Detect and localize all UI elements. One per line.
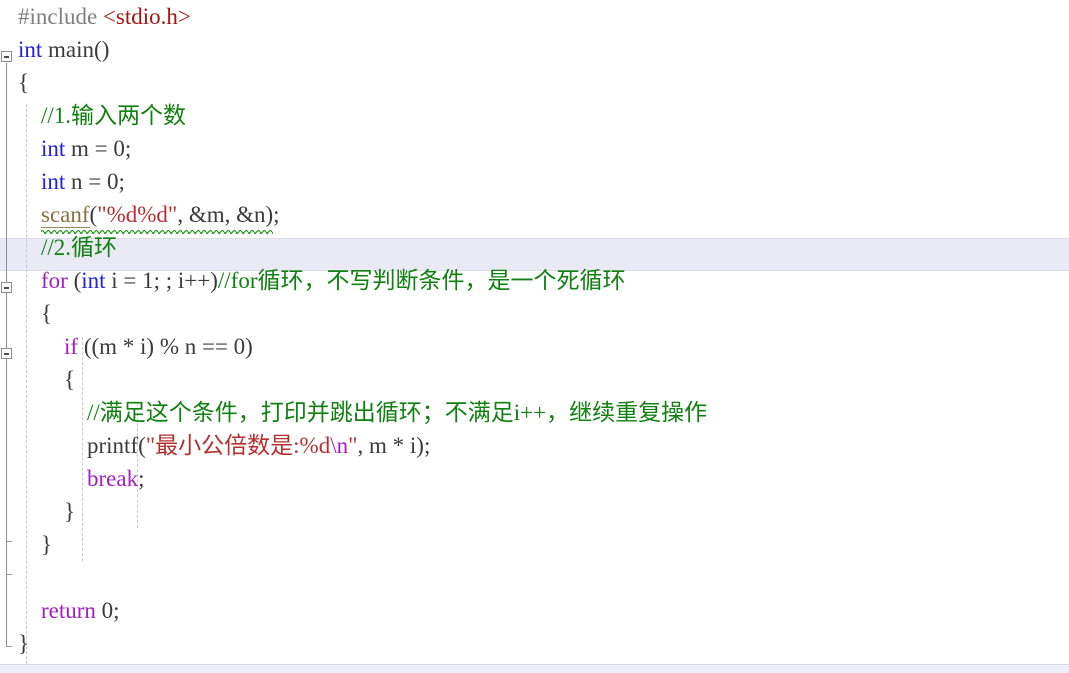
keyword-return: return bbox=[41, 598, 96, 623]
code-line-9[interactable]: for (int i = 1; ; i++)//for循环，不写判断条件，是一个… bbox=[0, 264, 1069, 297]
semicolon: ; bbox=[273, 202, 280, 227]
open-paren: ( bbox=[138, 433, 146, 458]
close-brace: } bbox=[64, 499, 76, 524]
comment-loop: //2.循环 bbox=[41, 235, 118, 260]
code-line-6[interactable]: int n = 0; bbox=[0, 165, 1069, 198]
if-condition: ((m * i) % n == 0) bbox=[78, 334, 253, 359]
code-editor[interactable]: #include <stdio.h> int main() { //1.输入两个… bbox=[0, 0, 1069, 673]
open-brace: { bbox=[41, 301, 53, 326]
code-line-3[interactable]: { bbox=[0, 66, 1069, 99]
for-open: ( bbox=[67, 268, 82, 293]
function-name-main: main bbox=[48, 37, 95, 62]
return-value: 0; bbox=[95, 598, 120, 623]
code-line-7[interactable]: scanf("%d%d", &m, &n); bbox=[0, 198, 1069, 234]
code-line-18[interactable] bbox=[0, 561, 1069, 594]
code-line-5[interactable]: int m = 0; bbox=[0, 132, 1069, 165]
code-line-4[interactable]: //1.输入两个数 bbox=[0, 99, 1069, 132]
code-line-8[interactable]: //2.循环 bbox=[0, 231, 1069, 264]
declaration-n: n = 0; bbox=[65, 169, 125, 194]
keyword-int: int bbox=[41, 136, 66, 161]
format-string: "最小公倍数是:%d bbox=[145, 433, 331, 458]
escape-newline: \n bbox=[330, 433, 349, 458]
comment-infinite-loop: //for循环，不写判断条件，是一个死循环 bbox=[217, 268, 626, 293]
comma: , bbox=[224, 202, 237, 227]
code-line-15[interactable]: break; bbox=[0, 462, 1069, 495]
function-name-printf: printf bbox=[87, 433, 139, 458]
semicolon: ; bbox=[138, 466, 145, 491]
arg-address-n: &n bbox=[236, 202, 266, 227]
arg-address-m: &m bbox=[188, 202, 225, 227]
code-line-19[interactable]: return 0; bbox=[0, 594, 1069, 627]
code-line-20[interactable]: } bbox=[0, 627, 1069, 660]
keyword-break: break bbox=[87, 466, 139, 491]
code-text-area[interactable]: #include <stdio.h> int main() { //1.输入两个… bbox=[0, 0, 1069, 660]
comment-input-two-numbers: //1.输入两个数 bbox=[41, 103, 187, 128]
comma: , bbox=[177, 202, 189, 227]
keyword-for: for bbox=[41, 268, 68, 293]
parens: () bbox=[94, 37, 110, 62]
string-close-quote: " bbox=[348, 433, 358, 458]
code-line-2[interactable]: int main() bbox=[0, 33, 1069, 66]
format-string: "%d%d" bbox=[97, 202, 178, 227]
preprocessor-directive: #include bbox=[18, 4, 103, 29]
code-line-13[interactable]: //满足这个条件，打印并跳出循环；不满足i++，继续重复操作 bbox=[0, 396, 1069, 429]
open-brace: { bbox=[64, 367, 76, 392]
code-line-14[interactable]: printf("最小公倍数是:%d\n", m * i); bbox=[0, 429, 1069, 462]
close-brace: } bbox=[41, 532, 53, 557]
open-brace: { bbox=[18, 70, 30, 95]
comment-condition-explanation: //满足这个条件，打印并跳出循环；不满足i++，继续重复操作 bbox=[87, 400, 708, 425]
close-brace: } bbox=[18, 631, 30, 656]
scanf-error-squiggle: scanf("%d%d", &m, &n) bbox=[41, 198, 274, 234]
code-line-12[interactable]: { bbox=[0, 363, 1069, 396]
close-paren: ) bbox=[265, 202, 274, 227]
keyword-int: int bbox=[81, 268, 106, 293]
code-line-17[interactable]: } bbox=[0, 528, 1069, 561]
keyword-int: int bbox=[18, 37, 43, 62]
printf-args: , m * i); bbox=[357, 433, 431, 458]
for-clause: i = 1; ; i++) bbox=[105, 268, 218, 293]
declaration-m: m = 0; bbox=[65, 136, 132, 161]
code-line-1[interactable]: #include <stdio.h> bbox=[0, 0, 1069, 33]
function-name-scanf: scanf bbox=[41, 202, 90, 228]
keyword-if: if bbox=[64, 334, 79, 359]
code-line-16[interactable]: } bbox=[0, 495, 1069, 528]
include-path: <stdio.h> bbox=[102, 4, 191, 29]
code-line-10[interactable]: { bbox=[0, 297, 1069, 330]
code-line-11[interactable]: if ((m * i) % n == 0) bbox=[0, 330, 1069, 363]
horizontal-scrollbar[interactable] bbox=[0, 664, 1069, 673]
keyword-int: int bbox=[41, 169, 66, 194]
code-surface[interactable]: #include <stdio.h> int main() { //1.输入两个… bbox=[0, 0, 1069, 664]
